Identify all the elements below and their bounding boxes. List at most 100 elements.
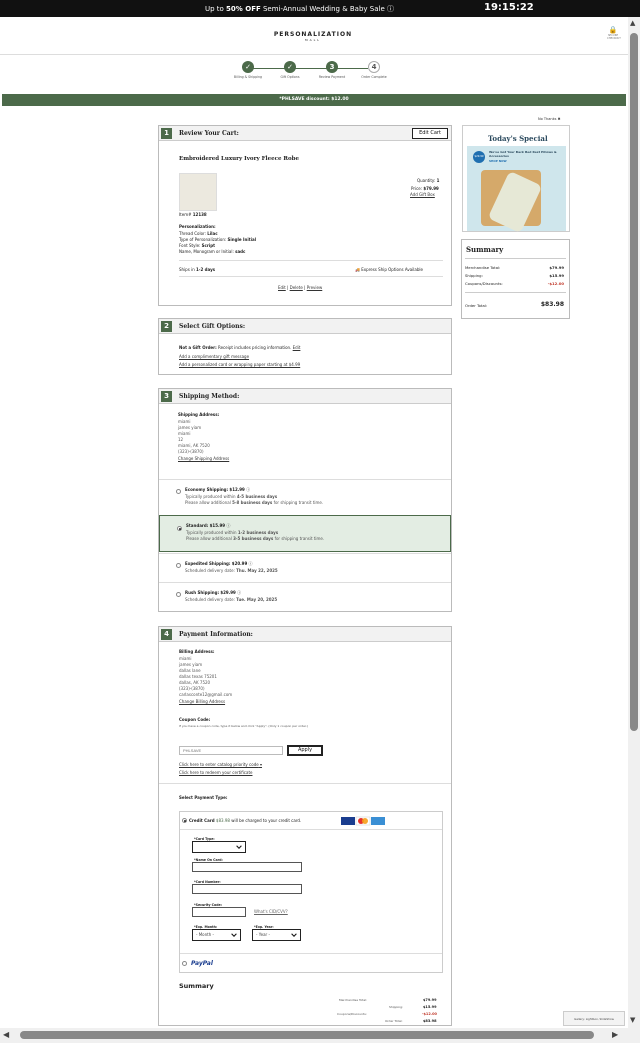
summary-label: Merchandise Total:: [339, 998, 368, 1002]
cart-actions: Edit | Delete | Preview: [278, 285, 323, 290]
coupon-title: Coupon Code:: [179, 717, 211, 722]
promo-text[interactable]: Up to 50% OFF Semi-Annual Wedding & Baby…: [205, 4, 394, 14]
scroll-left-icon[interactable]: ◀: [3, 1030, 9, 1039]
radio-standard[interactable]: [177, 526, 182, 531]
clock: 19:15:22: [484, 2, 534, 13]
radio-economy[interactable]: [176, 489, 181, 494]
exp-year-select[interactable]: - Year -: [252, 929, 301, 941]
edit-item-link[interactable]: Edit: [278, 285, 286, 290]
price-badge: $29.99: [473, 151, 485, 163]
radio-rush[interactable]: [176, 592, 181, 597]
shipping-option-expedited[interactable]: Expedited Shipping: $20.99 ⓘ Scheduled d…: [159, 553, 451, 582]
vertical-scrollbar[interactable]: ▲ ▼: [628, 17, 640, 1028]
apply-coupon-button[interactable]: Apply: [287, 745, 323, 756]
summary-value: -$12.00: [422, 1012, 437, 1016]
scroll-thumb[interactable]: [20, 1031, 594, 1039]
step-gift: ✓ Gift Options: [280, 61, 300, 79]
radio-expedited[interactable]: [176, 563, 181, 568]
step-billing: ✓ Billing & Shipping: [233, 61, 263, 79]
change-billing-address-link[interactable]: Change Billing Address: [179, 699, 225, 704]
personalization-title: Personalization:: [179, 224, 216, 229]
address-line: dallas texas 75201: [179, 674, 217, 679]
card-number-input[interactable]: [192, 884, 302, 894]
gallery-tooltip: Gallery: Lightbox, SlideShow: [563, 1011, 625, 1026]
shipping-section: 3 Shipping Method: Shipping Address: miam…: [158, 388, 452, 612]
product-image[interactable]: [179, 173, 217, 211]
express-ship-link[interactable]: 🚚 Express Ship Options Available: [355, 267, 423, 272]
gift-status: Not a Gift Order: Receipt includes prici…: [179, 345, 301, 350]
info-icon: ⓘ: [226, 523, 231, 528]
change-shipping-address-link[interactable]: Change Shipping Address: [178, 456, 229, 461]
section-number: 2: [161, 321, 172, 332]
summary-row: Shipping: $15.99: [465, 273, 564, 278]
section-title: Shipping Method:: [179, 393, 240, 400]
scroll-thumb[interactable]: [630, 33, 638, 731]
pers-row: Name, Monogram or Initial: sadc: [179, 249, 246, 254]
cvv-help-link[interactable]: What's CID/CVV?: [254, 909, 288, 914]
price: Price: $79.99: [411, 186, 439, 191]
pers-row: Thread Color: Lilac: [179, 231, 218, 236]
step-complete: 4 Order Complete: [361, 61, 387, 79]
edit-cart-button[interactable]: Edit Cart: [412, 128, 448, 139]
horizontal-scrollbar[interactable]: ◀ ▶: [0, 1028, 640, 1043]
shop-now-link[interactable]: SHOP NOW: [489, 159, 507, 163]
site-logo[interactable]: PERSONALIZATION MALL: [272, 31, 354, 42]
summary-label: Coupons/Discounts:: [337, 1012, 367, 1016]
shipping-option-rush[interactable]: Rush Shipping: $29.99 ⓘ Scheduled delive…: [159, 582, 451, 611]
summary-value: $15.99: [423, 1005, 437, 1009]
gift-card-link[interactable]: Add a personalized card or wrapping pape…: [179, 362, 300, 367]
radio-credit-card[interactable]: [182, 818, 187, 823]
card-type-select[interactable]: [192, 841, 246, 853]
section-number: 1: [161, 128, 172, 139]
lock-icon: 🔒: [608, 26, 618, 34]
address-line: dallas, AK 7520: [179, 680, 211, 685]
summary-value: $83.98: [423, 1019, 437, 1023]
section-number: 3: [161, 391, 172, 402]
paypal-option[interactable]: PayPal: [180, 953, 442, 973]
credit-card-option[interactable]: Credit Card $83.98 will be charged to yo…: [180, 812, 442, 830]
gift-section: 2 Select Gift Options: Not a Gift Order: …: [158, 318, 452, 375]
scroll-right-icon[interactable]: ▶: [612, 1030, 618, 1039]
catalog-code-link[interactable]: Click here to enter catalog priority cod…: [179, 762, 262, 767]
promo-bar[interactable]: Up to 50% OFF Semi-Annual Wedding & Baby…: [0, 0, 640, 17]
chevron-down-icon: [291, 933, 297, 937]
cart-section: 1 Review Your Cart: Edit Cart Embroidered…: [158, 125, 452, 306]
billing-address-title: Billing Address:: [179, 649, 215, 654]
redeem-certificate-link[interactable]: Click here to redeem your certificate: [179, 770, 252, 775]
radio-paypal[interactable]: [182, 961, 187, 966]
scroll-up-icon[interactable]: ▲: [630, 19, 635, 27]
address-line: carlasconte12@gmail.com: [179, 692, 233, 697]
payment-summary-title: Summary: [179, 982, 214, 990]
coupon-input[interactable]: [179, 746, 283, 755]
todays-special-ad[interactable]: Today's Special $29.99 We've Got Your Ba…: [462, 125, 570, 234]
exp-month-select[interactable]: - Month -: [192, 929, 241, 941]
secure-checkout: 🔒 SECURE CHECKOUT: [607, 26, 621, 40]
summary-total: Order Total: $83.98: [465, 301, 564, 308]
pers-row: Font Style: Script: [179, 243, 216, 248]
scroll-down-icon[interactable]: ▼: [630, 1016, 635, 1024]
no-thanks-link[interactable]: No Thanks ✖: [538, 117, 561, 121]
summary-row: Merchandise Total: $79.99: [465, 265, 564, 270]
summary-label: Shipping:: [389, 1005, 404, 1009]
quantity: Quantity: 1: [417, 178, 440, 183]
truck-icon: 🚚: [355, 267, 360, 272]
divider: [179, 260, 443, 261]
name-on-card-input[interactable]: [192, 862, 302, 872]
info-icon: ⓘ: [387, 5, 394, 13]
add-gift-box-link[interactable]: Add Gift Box: [410, 192, 435, 197]
section-title: Select Gift Options:: [179, 323, 246, 330]
shipping-address-title: Shipping Address:: [178, 412, 220, 417]
section-number: 4: [161, 629, 172, 640]
address-line: miami, AK 7520: [178, 443, 210, 448]
address-line: 12: [178, 437, 184, 442]
summary-title: Summary: [466, 245, 504, 254]
shipping-option-economy[interactable]: Economy Shipping: $12.99 ⓘ Typically pro…: [159, 479, 451, 515]
select-payment-title: Select Payment Type:: [179, 795, 228, 800]
gift-edit-link[interactable]: Edit: [293, 345, 301, 350]
shipping-option-standard[interactable]: Standard: $15.99 ⓘ Typically produced wi…: [159, 515, 451, 552]
site-header: PERSONALIZATION MALL 🔒 SECURE CHECKOUT: [0, 17, 628, 55]
gift-message-link[interactable]: Add a complimentary gift message: [179, 354, 249, 359]
delete-item-link[interactable]: Delete: [290, 285, 303, 290]
security-code-input[interactable]: [192, 907, 246, 917]
preview-item-link[interactable]: Preview: [307, 285, 323, 290]
